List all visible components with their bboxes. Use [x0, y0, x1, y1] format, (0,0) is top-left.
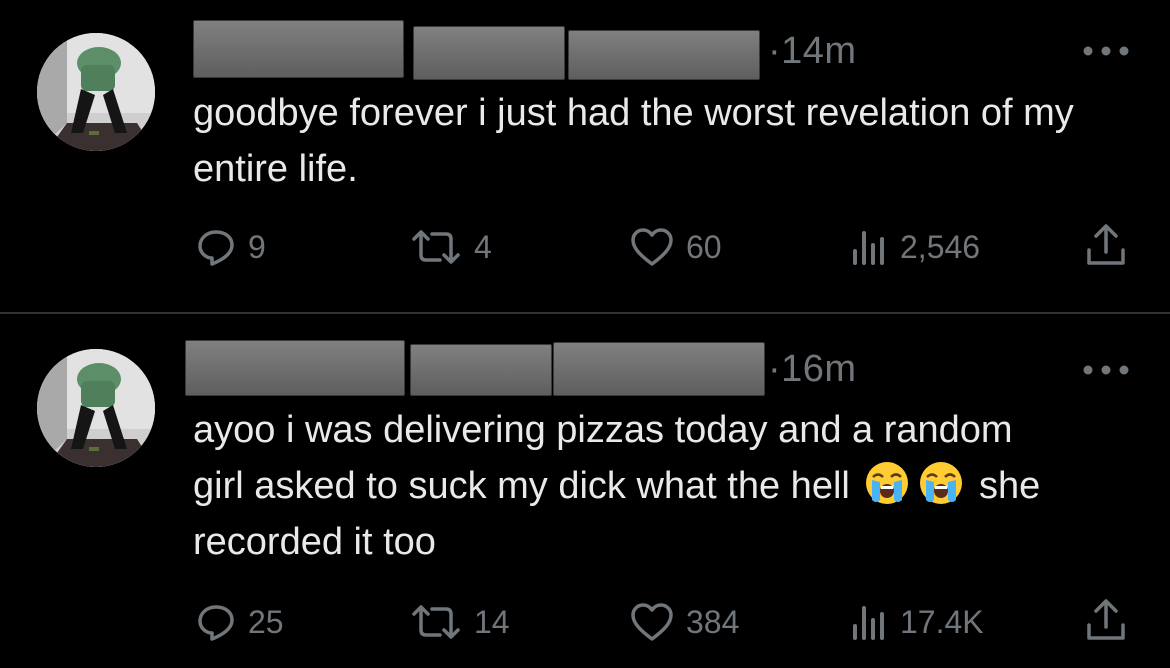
retweet-count: 14: [474, 603, 510, 640]
heart-icon: [631, 228, 673, 266]
like-count: 60: [686, 228, 722, 265]
crying-face-emoji: [864, 460, 910, 506]
tweet-text: goodbye forever i just had the worst rev…: [193, 92, 1074, 190]
views-count: 17.4K: [900, 603, 984, 640]
redacted-name: [193, 20, 404, 78]
retweet-icon: [412, 605, 460, 639]
timestamp[interactable]: ·14m: [768, 30, 857, 73]
retweet-button[interactable]: 4: [410, 222, 492, 272]
tweet-text: ayoo i was delivering pizzas today and a…: [193, 402, 1073, 570]
avatar[interactable]: [37, 33, 155, 151]
crying-face-emoji: [918, 460, 964, 506]
views-icon: [853, 606, 884, 640]
action-bar: 25 14 384 17.4K: [0, 597, 1170, 647]
tweet[interactable]: ·14m goodbye forever i just had the wors…: [0, 0, 1170, 313]
views-icon: [853, 231, 884, 265]
views-count: 2,546: [900, 228, 981, 265]
reply-icon: [198, 230, 234, 266]
retweet-count: 4: [474, 228, 492, 265]
reply-icon: [198, 605, 234, 641]
like-button[interactable]: 384: [630, 597, 739, 647]
heart-icon: [631, 603, 673, 641]
timestamp[interactable]: ·16m: [768, 348, 857, 391]
redacted-handle: [410, 344, 552, 396]
redacted-name: [185, 340, 405, 396]
tweet[interactable]: ·16m ayoo i was delivering pizzas today …: [0, 314, 1170, 668]
more-dots-icon[interactable]: [1082, 364, 1130, 376]
views-button[interactable]: 17.4K: [850, 597, 984, 647]
retweet-button[interactable]: 14: [410, 597, 510, 647]
share-icon[interactable]: [1084, 597, 1128, 643]
reply-count: 9: [248, 228, 266, 265]
reply-button[interactable]: 9: [196, 222, 266, 272]
like-count: 384: [686, 603, 740, 640]
action-bar: 9 4 60 2,546: [0, 222, 1170, 272]
redacted-handle: [568, 30, 760, 80]
share-icon[interactable]: [1084, 222, 1128, 268]
like-button[interactable]: 60: [630, 222, 722, 272]
reply-button[interactable]: 25: [196, 597, 284, 647]
avatar[interactable]: [37, 349, 155, 467]
redacted-handle: [553, 342, 765, 396]
retweet-icon: [412, 230, 460, 264]
more-dots-icon[interactable]: [1082, 45, 1130, 57]
redacted-handle: [413, 26, 565, 80]
views-button[interactable]: 2,546: [850, 222, 980, 272]
reply-count: 25: [248, 603, 284, 640]
